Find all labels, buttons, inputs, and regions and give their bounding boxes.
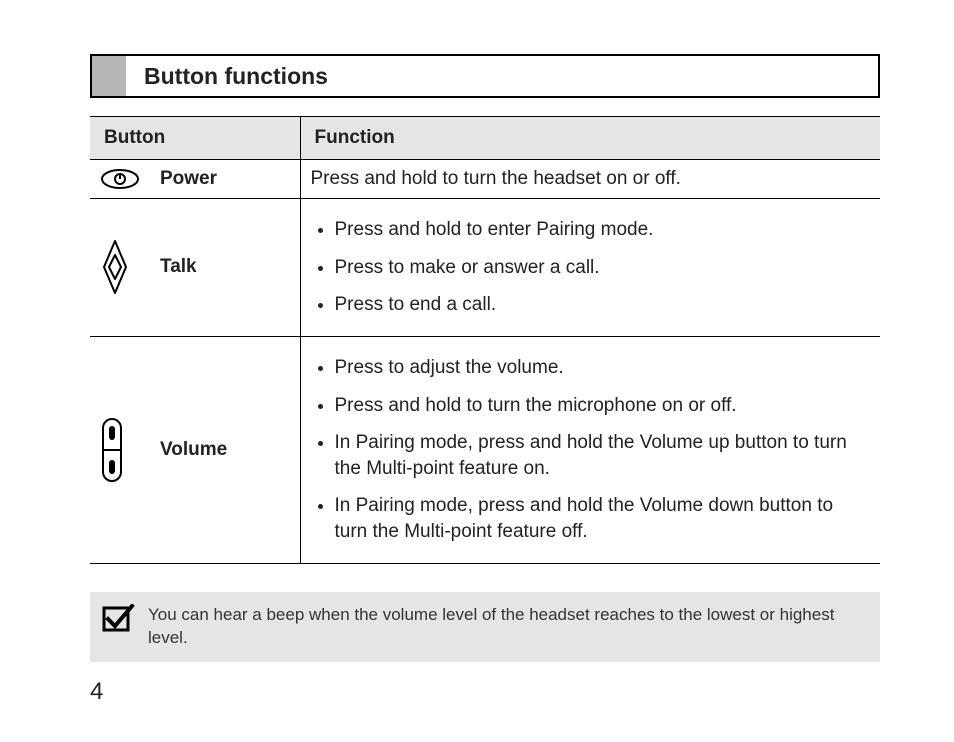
button-name: Power: [150, 160, 300, 199]
function-text: Press and hold to turn the headset on or…: [311, 168, 681, 189]
header-function: Function: [300, 117, 880, 160]
table-row: Power Press and hold to turn the headset…: [90, 160, 880, 199]
section-title: Button functions: [126, 56, 328, 96]
button-functions-table: Button Function Power Press and hold to …: [90, 116, 880, 564]
section-header: Button functions: [90, 54, 880, 98]
button-name: Talk: [150, 199, 300, 337]
note-box: You can hear a beep when the volume leve…: [90, 592, 880, 662]
button-name: Volume: [150, 336, 300, 563]
checkmark-icon: [100, 602, 138, 636]
volume-icon: [90, 336, 150, 563]
note-text: You can hear a beep when the volume leve…: [148, 602, 866, 650]
section-header-accent: [92, 56, 126, 96]
function-text: Press and hold to turn the microphone on…: [335, 387, 871, 425]
function-text: In Pairing mode, press and hold the Volu…: [335, 424, 871, 487]
power-icon: [90, 160, 150, 199]
function-text: Press to adjust the volume.: [335, 349, 871, 387]
function-text: In Pairing mode, press and hold the Volu…: [335, 487, 871, 550]
header-button: Button: [90, 117, 300, 160]
talk-icon: [90, 199, 150, 337]
function-text: Press and hold to enter Pairing mode.: [335, 211, 871, 249]
function-cell: Press to adjust the volume. Press and ho…: [300, 336, 880, 563]
function-cell: Press and hold to turn the headset on or…: [300, 160, 880, 199]
function-text: Press to make or answer a call.: [335, 249, 871, 287]
function-text: Press to end a call.: [335, 286, 871, 324]
table-row: Talk Press and hold to enter Pairing mod…: [90, 199, 880, 337]
page-number: 4: [90, 678, 103, 706]
function-cell: Press and hold to enter Pairing mode. Pr…: [300, 199, 880, 337]
table-row: Volume Press to adjust the volume. Press…: [90, 336, 880, 563]
